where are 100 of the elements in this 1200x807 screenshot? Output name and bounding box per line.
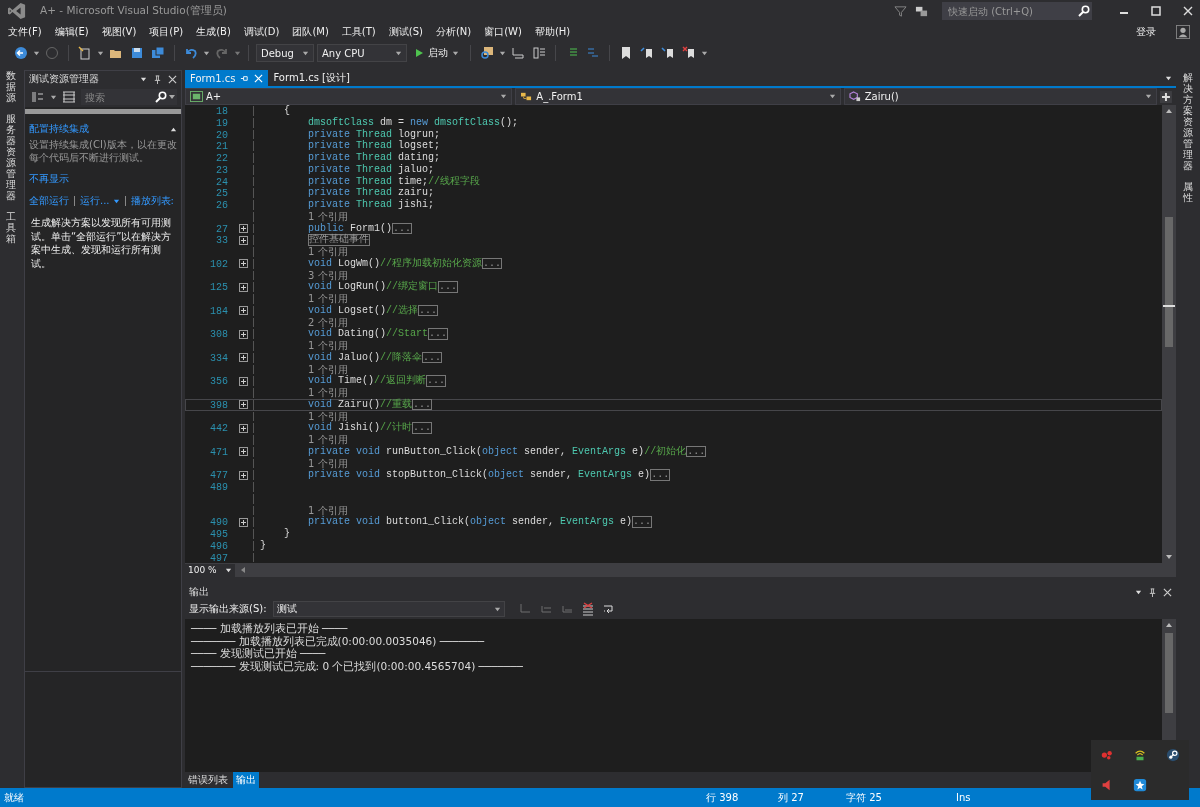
- scrollbar-thumb[interactable]: [1165, 633, 1173, 713]
- menu-item[interactable]: 工具(T): [337, 25, 380, 39]
- menu-item[interactable]: 项目(P): [145, 25, 188, 39]
- expand-icon[interactable]: [239, 259, 248, 269]
- member-dropdown[interactable]: Zairu(): [843, 88, 1158, 105]
- reference-count-link[interactable]: 1 个引用: [260, 210, 348, 223]
- caret-icon[interactable]: [140, 75, 147, 83]
- expand-icon[interactable]: [239, 353, 248, 363]
- scroll-left-icon[interactable]: [239, 566, 247, 574]
- side-tab[interactable]: 解决方案资源管理器: [1183, 72, 1193, 171]
- undo-icon[interactable]: [184, 46, 198, 60]
- platform-dropdown[interactable]: Any CPU: [317, 44, 407, 62]
- uncomment-icon[interactable]: [532, 46, 546, 60]
- previous-bookmark-icon[interactable]: [640, 46, 654, 60]
- menu-item[interactable]: 测试(S): [384, 25, 427, 39]
- bookmark-icon[interactable]: [619, 46, 633, 60]
- back-icon[interactable]: [14, 46, 28, 60]
- signal-icon[interactable]: [1133, 748, 1147, 762]
- configuration-dropdown[interactable]: Debug: [256, 44, 314, 62]
- expand-icon[interactable]: [239, 282, 248, 292]
- close-icon[interactable]: [1182, 5, 1194, 17]
- caret-icon[interactable]: [203, 49, 210, 57]
- collapse-icon[interactable]: [170, 125, 177, 133]
- reference-count-link[interactable]: 3 个引用: [260, 269, 348, 282]
- expand-icon[interactable]: [239, 423, 248, 433]
- caret-icon[interactable]: [97, 49, 104, 57]
- caret-icon[interactable]: [33, 49, 40, 57]
- clear-all-icon[interactable]: [580, 602, 595, 616]
- close-icon[interactable]: [168, 74, 177, 84]
- scrollbar-thumb[interactable]: [1165, 217, 1173, 347]
- caret-icon[interactable]: [50, 93, 57, 101]
- panel-tab[interactable]: 输出: [233, 772, 259, 788]
- reference-count-link[interactable]: 1 个引用: [260, 504, 348, 517]
- reference-count-link[interactable]: 1 个引用: [260, 246, 348, 258]
- expand-icon[interactable]: [239, 517, 248, 527]
- run-action-link[interactable]: 运行...: [80, 194, 110, 208]
- redo-icon[interactable]: [215, 46, 229, 60]
- clear-bookmarks-icon[interactable]: [682, 46, 696, 60]
- expand-icon[interactable]: [239, 447, 248, 457]
- scroll-up-icon[interactable]: [1165, 621, 1173, 629]
- run-action-link[interactable]: 全部运行: [29, 194, 69, 208]
- feedback-icon[interactable]: [915, 4, 928, 18]
- panel-tab[interactable]: 错误列表: [185, 772, 231, 788]
- new-project-icon[interactable]: [78, 46, 92, 60]
- start-button[interactable]: 启动: [410, 46, 463, 60]
- next-bookmark-icon[interactable]: [661, 46, 675, 60]
- account-icon[interactable]: [1176, 25, 1190, 39]
- side-tab[interactable]: 工具箱: [6, 211, 16, 244]
- expand-icon[interactable]: [239, 400, 248, 410]
- pin-icon[interactable]: [240, 73, 250, 83]
- reference-count-link[interactable]: 1 个引用: [260, 387, 348, 399]
- save-all-icon[interactable]: [151, 46, 165, 60]
- filter-icon[interactable]: [894, 4, 907, 18]
- reference-count-link[interactable]: 1 个引用: [260, 363, 348, 376]
- save-icon[interactable]: [130, 46, 144, 60]
- search-field[interactable]: 搜索: [81, 89, 153, 105]
- pin-icon[interactable]: [153, 74, 162, 84]
- caret-icon[interactable]: [701, 49, 708, 57]
- pin-icon[interactable]: [1148, 587, 1157, 597]
- menu-item[interactable]: 文件(F): [4, 25, 46, 39]
- expand-icon[interactable]: [239, 235, 248, 245]
- quick-launch-field[interactable]: 快速启动 (Ctrl+Q): [942, 2, 1076, 20]
- project-dropdown[interactable]: A+: [185, 88, 513, 105]
- comment-out-icon[interactable]: [511, 46, 525, 60]
- expand-icon[interactable]: [239, 329, 248, 339]
- caret-icon[interactable]: [1165, 74, 1172, 82]
- reference-count-link[interactable]: 1 个引用: [260, 340, 348, 352]
- scroll-up-icon[interactable]: [1165, 107, 1173, 115]
- output-source-dropdown[interactable]: 测试: [272, 601, 505, 617]
- search-icon[interactable]: [153, 89, 177, 105]
- notice-title-link[interactable]: 配置持续集成: [29, 122, 89, 136]
- expand-icon[interactable]: [239, 470, 248, 480]
- find-icon[interactable]: [480, 46, 494, 60]
- menu-item[interactable]: 帮助(H): [530, 25, 575, 39]
- close-icon[interactable]: [1163, 587, 1172, 597]
- side-tab[interactable]: 属性: [1183, 181, 1193, 203]
- reference-count-link[interactable]: 1 个引用: [260, 293, 348, 305]
- caret-icon[interactable]: [499, 49, 506, 57]
- menu-item[interactable]: 窗口(W): [480, 25, 526, 39]
- reference-count-link[interactable]: 1 个引用: [260, 410, 348, 423]
- sign-in-link[interactable]: 登录: [1136, 25, 1156, 39]
- side-tab[interactable]: 服务器资源管理器: [6, 113, 16, 201]
- expand-icon[interactable]: [239, 306, 248, 316]
- search-icon[interactable]: [1076, 2, 1092, 20]
- expand-icon[interactable]: [239, 223, 248, 233]
- menu-item[interactable]: 调试(D): [239, 25, 284, 39]
- caret-icon[interactable]: [1135, 588, 1142, 596]
- run-action-link[interactable]: 播放列表:: [130, 194, 174, 208]
- reference-count-link[interactable]: 1 个引用: [260, 434, 348, 446]
- group-by-icon[interactable]: [31, 90, 45, 104]
- editor-tab[interactable]: Form1.cs: [185, 70, 269, 86]
- reference-count-link[interactable]: 1 个引用: [260, 457, 348, 470]
- class-dropdown[interactable]: A_.Form1: [515, 88, 841, 105]
- maximize-icon[interactable]: [1150, 5, 1162, 17]
- caret-icon[interactable]: [112, 197, 120, 205]
- reference-count-link[interactable]: 2 个引用: [260, 316, 348, 329]
- menu-item[interactable]: 分析(N): [431, 25, 476, 39]
- editor-tab[interactable]: Form1.cs [设计]: [268, 70, 355, 86]
- scroll-down-icon[interactable]: [1165, 553, 1173, 561]
- menu-item[interactable]: 编辑(E): [50, 25, 93, 39]
